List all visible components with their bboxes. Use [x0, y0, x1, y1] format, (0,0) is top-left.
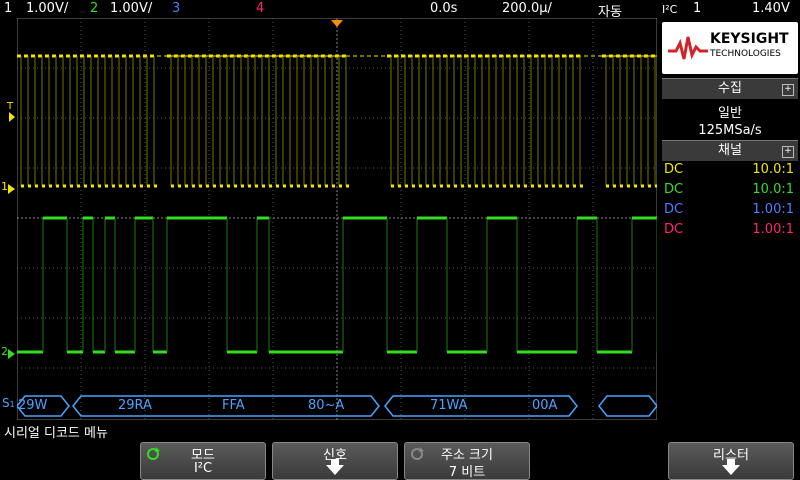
lister-softkey[interactable]: 리스터 — [668, 442, 794, 480]
bus-packet-3: 80~A — [308, 398, 345, 413]
time-position[interactable]: 0.0s — [430, 1, 457, 16]
ch2-coupling: DC — [664, 182, 684, 197]
address-size-value: 7 비트 — [448, 465, 486, 480]
brand-name: KEYSIGHT — [710, 31, 789, 47]
acquisition-header[interactable]: 수집 + — [662, 78, 798, 99]
channel-row-3[interactable]: DC 1.00:1 — [664, 200, 796, 220]
trigger-arrow-icon — [9, 112, 15, 122]
address-size-softkey[interactable]: 주소 크기 7 비트 — [404, 442, 530, 480]
ch2-ground-icon — [8, 349, 15, 359]
trigger-type[interactable]: I²C — [662, 3, 677, 16]
ch4-probe: 1.00:1 — [752, 222, 794, 237]
acquisition-header-label: 수집 — [718, 81, 742, 96]
channel-header[interactable]: 채널 + — [662, 140, 798, 161]
channel-row-2[interactable]: DC 10.0:1 — [664, 180, 796, 200]
trigger-channel[interactable]: 1 — [693, 1, 701, 16]
time-scale[interactable]: 200.0µ/ — [502, 1, 552, 16]
ch3-coupling: DC — [664, 202, 684, 217]
ch1-coupling: DC — [664, 162, 684, 177]
status-bar: 1 1.00V/ 2 1.00V/ 3 4 0.0s 200.0µ/ 자동 I²… — [0, 0, 800, 20]
ch3-probe: 1.00:1 — [752, 202, 794, 217]
bus-marker-label: S — [2, 396, 10, 410]
expand-icon[interactable]: + — [782, 146, 794, 158]
acquisition-mode: 일반 — [718, 106, 742, 121]
mode-value: I²C — [193, 461, 213, 476]
trigger-level-marker[interactable]: T — [7, 101, 13, 112]
submenu-arrow-icon — [722, 459, 740, 475]
channel-header-label: 채널 — [718, 143, 742, 158]
submenu-arrow-icon — [326, 459, 344, 475]
ch1-number[interactable]: 1 — [4, 1, 12, 16]
bus-marker[interactable]: S1 — [2, 396, 15, 410]
ch1-probe: 10.0:1 — [752, 162, 794, 177]
channel-row-1[interactable]: DC 10.0:1 — [664, 160, 796, 180]
ch1-ground-icon — [8, 184, 15, 194]
ch4-coupling: DC — [664, 222, 684, 237]
bus-packet-4: 71WA — [430, 398, 468, 413]
channel-row-4[interactable]: DC 1.00:1 — [664, 220, 796, 240]
bus-marker-index: 1 — [9, 400, 15, 409]
sample-rate: 125MSa/s — [698, 123, 762, 138]
ch2-number[interactable]: 2 — [90, 1, 98, 16]
bus-packet-2: FFA — [222, 398, 245, 413]
ch1-ground-marker[interactable]: 1 — [1, 180, 8, 193]
ch4-number[interactable]: 4 — [256, 1, 264, 16]
ch2-ground-marker[interactable]: 2 — [1, 345, 8, 358]
info-panel: KEYSIGHT TECHNOLOGIES 수집 + 일반 125MSa/s 채… — [660, 18, 800, 420]
ch3-number[interactable]: 3 — [172, 1, 180, 16]
ch1-scale[interactable]: 1.00V/ — [26, 1, 68, 16]
signal-softkey[interactable]: 신호 — [272, 442, 398, 480]
waveform-display[interactable] — [17, 18, 657, 420]
keysight-wave-icon — [668, 36, 708, 60]
bus-packet-5: 00A — [532, 398, 558, 413]
ch2-probe: 10.0:1 — [752, 182, 794, 197]
brand-subtitle: TECHNOLOGIES — [710, 49, 781, 59]
bus-packet-0: 29W — [18, 398, 48, 413]
mode-softkey[interactable]: 모드 I²C — [140, 442, 266, 480]
expand-icon[interactable]: + — [782, 84, 794, 96]
acquisition-body: 일반 125MSa/s — [662, 100, 798, 144]
menu-title: 시리얼 디코드 메뉴 — [4, 426, 108, 441]
bus-packet-1: 29RA — [118, 398, 152, 413]
keysight-logo: KEYSIGHT TECHNOLOGIES — [662, 22, 798, 74]
trigger-level[interactable]: 1.40V — [752, 1, 790, 16]
ch2-scale[interactable]: 1.00V/ — [110, 1, 152, 16]
